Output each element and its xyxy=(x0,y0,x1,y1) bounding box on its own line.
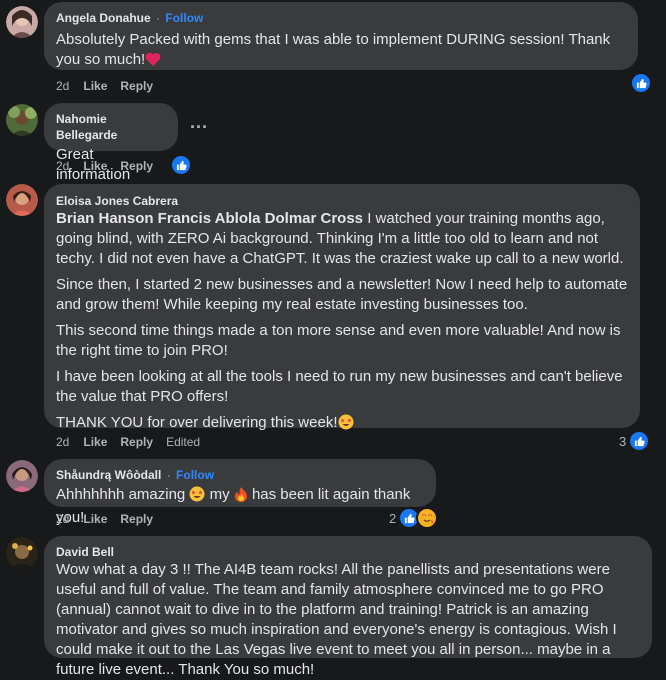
comment-actions: 2d Like Reply xyxy=(56,78,166,94)
comment-bubble: Nahomie Bellegarde Great information xyxy=(44,103,178,183)
avatar[interactable] xyxy=(6,184,38,216)
author-name[interactable]: Angela Donahue xyxy=(56,11,151,25)
comment-body: Absolutely Packed with gems that I was a… xyxy=(56,31,611,68)
follow-button[interactable]: Follow xyxy=(176,468,214,482)
timestamp[interactable]: 2d xyxy=(56,434,69,450)
edited-label[interactable]: Edited xyxy=(166,434,200,450)
like-button[interactable]: Like xyxy=(83,434,107,450)
like-icon xyxy=(630,72,652,94)
timestamp[interactable]: 2d xyxy=(56,511,69,527)
reply-button[interactable]: Reply xyxy=(120,511,153,527)
comment-actions: 2d Like Reply Edited xyxy=(56,434,213,450)
comment-body: Ahhhhhhh amazing xyxy=(56,486,186,503)
mentioned-users[interactable]: Brian Hanson Francis Ablola Dolmar Cross xyxy=(56,210,363,227)
comment-body: my xyxy=(205,486,234,503)
reply-button[interactable]: Reply xyxy=(120,434,153,450)
like-button[interactable]: Like xyxy=(83,78,107,94)
like-button[interactable]: Like xyxy=(83,158,107,174)
comment-paragraph-text: THANK YOU for over delivering this week! xyxy=(56,414,338,431)
author-name[interactable]: Nahomie Bellegarde xyxy=(56,111,166,143)
avatar[interactable] xyxy=(6,537,38,569)
timestamp[interactable]: 2d xyxy=(56,158,69,174)
love-face-icon xyxy=(416,507,439,529)
like-icon xyxy=(170,154,192,176)
comment-actions: 2d Like Reply xyxy=(56,158,166,174)
reply-button[interactable]: Reply xyxy=(120,158,153,174)
reactions-summary[interactable] xyxy=(630,72,652,94)
comment-paragraph: This second time things made a ton more … xyxy=(56,322,621,359)
red-heart-icon xyxy=(145,52,161,73)
author-name[interactable]: David Bell xyxy=(56,544,640,560)
more-options-icon[interactable]: ... xyxy=(190,112,208,133)
follow-button[interactable]: Follow xyxy=(165,11,203,25)
separator: · xyxy=(156,11,161,25)
comment-text: Brian Hanson Francis Ablola Dolmar Cross… xyxy=(56,209,628,436)
comment-paragraph: I have been looking at all the tools I n… xyxy=(56,367,628,407)
comment-bubble: Angela Donahue · Follow Absolutely Packe… xyxy=(44,2,638,70)
like-button[interactable]: Like xyxy=(83,511,107,527)
star-struck-icon xyxy=(189,486,205,508)
comment-paragraph-text: I have been looking at all the tools I n… xyxy=(56,368,623,405)
reactions-summary[interactable] xyxy=(170,154,192,176)
reply-button[interactable]: Reply xyxy=(120,78,153,94)
separator: · xyxy=(166,468,171,482)
fire-icon xyxy=(234,486,248,508)
comment-bubble: David Bell Wow what a day 3 !! The AI4B … xyxy=(44,536,652,678)
like-icon xyxy=(628,430,651,452)
comment-actions: 2d Like Reply xyxy=(56,511,166,527)
reactions-summary[interactable]: 3 xyxy=(619,430,651,452)
comment-bubble: Eloisa Jones Cabrera Brian Hanson Franci… xyxy=(44,184,640,431)
comment-paragraph: THANK YOU for over delivering this week! xyxy=(56,413,628,436)
reaction-count: 3 xyxy=(619,433,627,449)
comment-header: Angela Donahue · Follow xyxy=(56,10,626,26)
reaction-count: 2 xyxy=(389,510,397,526)
comment-text: Absolutely Packed with gems that I was a… xyxy=(56,30,626,73)
comment-bubble: Shåundrą Wôòdall · Follow Ahhhhhhh amazi… xyxy=(44,459,436,526)
comment-paragraph: Since then, I started 2 new businesses a… xyxy=(56,276,628,313)
avatar[interactable] xyxy=(6,104,38,136)
star-struck-icon xyxy=(338,414,354,436)
timestamp[interactable]: 2d xyxy=(56,78,69,94)
reactions-summary[interactable]: 2 xyxy=(389,507,439,529)
author-name[interactable]: Shåundrą Wôòdall xyxy=(56,468,161,482)
comment-body: Wow what a day 3 !! The AI4B team rocks!… xyxy=(56,561,617,678)
avatar[interactable] xyxy=(6,6,38,38)
avatar[interactable] xyxy=(6,460,38,492)
comment-header: Shåundrą Wôòdall · Follow xyxy=(56,467,424,483)
author-name[interactable]: Eloisa Jones Cabrera xyxy=(56,193,628,209)
